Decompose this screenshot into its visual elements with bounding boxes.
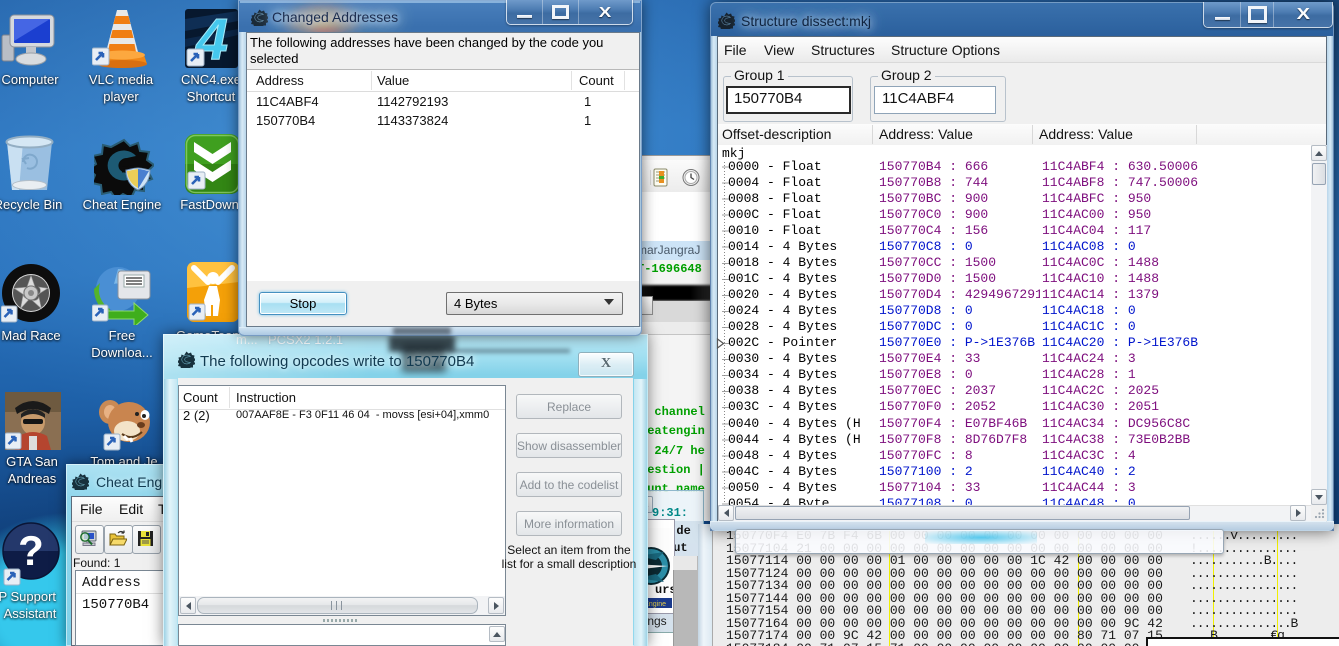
svg-text:?: ? [18,527,44,574]
